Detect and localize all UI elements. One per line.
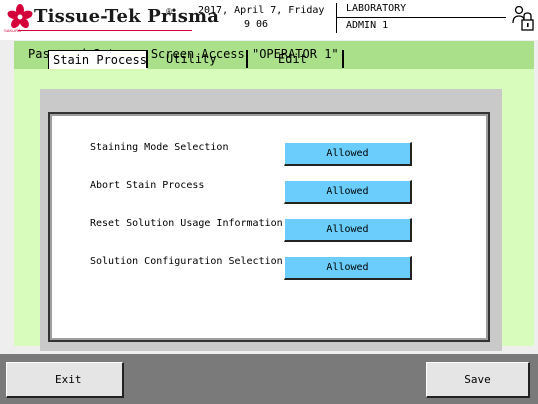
save-button[interactable]: Save [426, 362, 530, 398]
current-date: 2017, April 7, Friday [198, 5, 325, 16]
permission-label-staining-mode: Staining Mode Selection [90, 142, 229, 153]
exit-button[interactable]: Exit [6, 362, 124, 398]
permission-label-reset-solution: Reset Solution Usage Information [90, 218, 283, 229]
registered-mark: ® [166, 7, 172, 16]
sakura-flower-icon [7, 4, 33, 29]
abort-stain-allowed-button[interactable]: Allowed [284, 180, 412, 204]
brand-name: Tissue-Tek Prisma [34, 6, 220, 27]
tab-edit-label: Edit [278, 52, 307, 66]
permission-label-solution-config: Solution Configuration Selection [90, 256, 283, 267]
tab-stain-process-label: Stain Process [53, 53, 147, 67]
permission-label-abort-stain: Abort Stain Process [90, 180, 205, 191]
solution-config-allowed-button[interactable]: Allowed [284, 256, 412, 280]
user-info-separator [336, 17, 506, 18]
lock-user-icon[interactable] [512, 4, 534, 32]
app-header: Tissue-Tek Prisma ® SAKURA 2017, April 7… [0, 0, 538, 40]
date-time-display: 2017, April 7, Friday 9 06 [198, 4, 325, 32]
tab-edit[interactable]: Edit [250, 50, 342, 68]
tab-divider [146, 50, 148, 68]
user-role: LABORATORY [346, 3, 407, 14]
brand-stripe [18, 30, 192, 31]
tab-stain-process[interactable]: Stain Process [48, 50, 147, 69]
staining-mode-allowed-button[interactable]: Allowed [284, 142, 412, 166]
user-name: ADMIN 1 [346, 20, 389, 31]
brand-logo: Tissue-Tek Prisma ® SAKURA [4, 4, 219, 34]
user-info-divider [336, 3, 337, 33]
tab-divider [342, 50, 344, 68]
reset-solution-allowed-button[interactable]: Allowed [284, 218, 412, 242]
user-info: LABORATORY ADMIN 1 [336, 3, 506, 35]
tab-utility[interactable]: Utility [150, 50, 246, 68]
current-time: 9 06 [243, 19, 269, 30]
tab-utility-label: Utility [166, 52, 217, 66]
tab-divider [246, 50, 248, 68]
